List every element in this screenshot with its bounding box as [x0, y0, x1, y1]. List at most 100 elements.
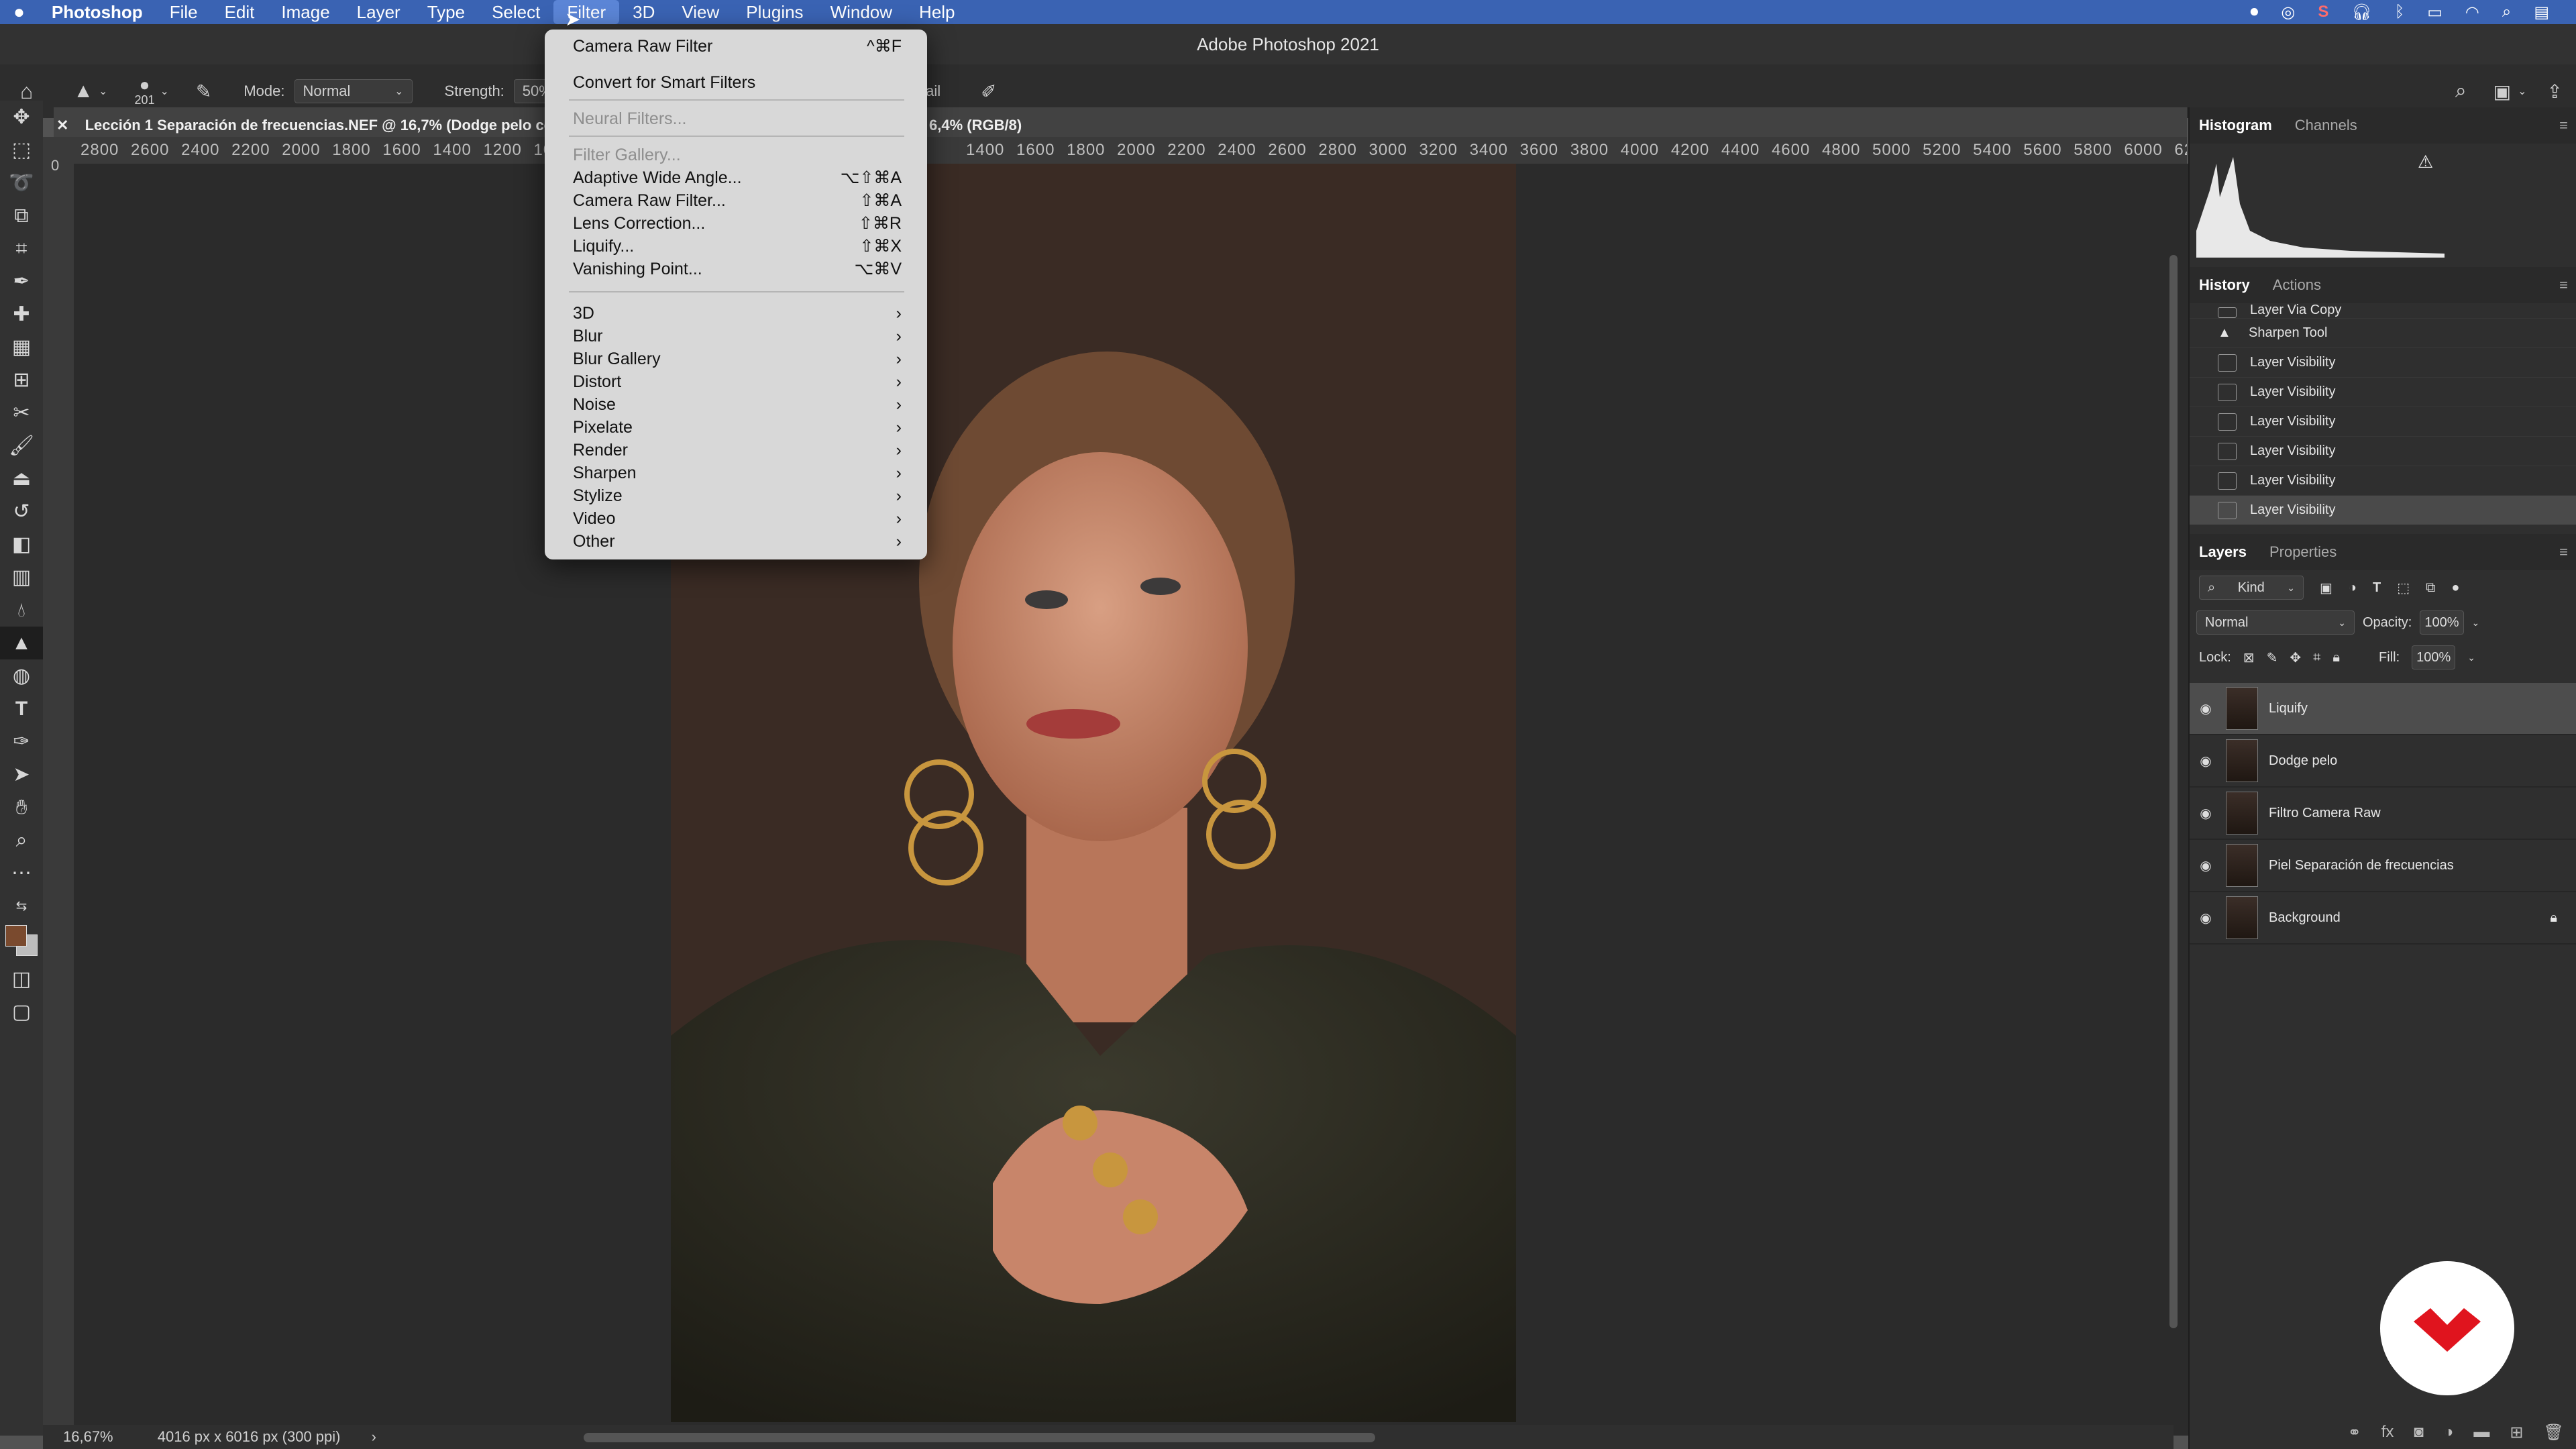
more-tools-icon[interactable]: ⋯: [0, 857, 43, 890]
quick-mask-icon[interactable]: ◫: [0, 963, 43, 996]
mode-select[interactable]: Normal ⌄: [294, 79, 413, 103]
menu-help[interactable]: Help: [906, 0, 968, 24]
new-layer-icon[interactable]: ⊞: [2510, 1423, 2523, 1442]
tab-histogram[interactable]: Histogram: [2199, 107, 2272, 144]
status-menu-arrow-icon[interactable]: ›: [372, 1428, 376, 1445]
filter-smart-object-icon[interactable]: ⧉: [2426, 580, 2435, 596]
opacity-chevron-icon[interactable]: ⌄: [2472, 617, 2480, 629]
zoom-tool-icon[interactable]: ⌕: [0, 824, 43, 857]
apple-icon[interactable]: ●: [0, 0, 38, 24]
new-group-icon[interactable]: ▬: [2473, 1423, 2489, 1442]
history-item[interactable]: Layer Via Copy: [2190, 303, 2576, 319]
sponge-tool-icon[interactable]: ◍: [0, 659, 43, 692]
tab-properties[interactable]: Properties: [2269, 534, 2337, 570]
submenu-other[interactable]: Other ›: [573, 530, 902, 553]
tab-layers[interactable]: Layers: [2199, 534, 2247, 570]
layer-row[interactable]: ◉ Piel Separación de frecuencias: [2190, 840, 2576, 892]
layer-row[interactable]: ◉ Background 🔒︎: [2190, 892, 2576, 945]
crop-tool-icon[interactable]: ⌗: [0, 232, 43, 265]
submenu-noise[interactable]: Noise ›: [573, 393, 902, 416]
dodge-tool-preset-icon[interactable]: ▲: [73, 80, 93, 103]
menu-item-convert-smart-filters[interactable]: Convert for Smart Filters: [573, 71, 902, 94]
brush-tool-icon[interactable]: 🖌︎: [0, 429, 43, 462]
menu-3d[interactable]: 3D: [619, 0, 668, 24]
vertical-scroll-thumb[interactable]: [2169, 255, 2178, 1328]
history-item[interactable]: Layer Visibility: [2190, 378, 2576, 407]
menu-type[interactable]: Type: [414, 0, 478, 24]
path-selection-tool-icon[interactable]: ➤: [0, 758, 43, 791]
history-item[interactable]: Layer Visibility: [2190, 466, 2576, 496]
clone-stamp-tool-icon[interactable]: ⏏: [0, 462, 43, 495]
close-tab-icon[interactable]: ✕: [56, 117, 68, 133]
submenu-blur-gallery[interactable]: Blur Gallery ›: [573, 347, 902, 370]
menu-window[interactable]: Window: [817, 0, 906, 24]
submenu-render[interactable]: Render ›: [573, 439, 902, 462]
panel-menu-icon[interactable]: ≡: [2559, 107, 2576, 144]
preset-chevron-icon[interactable]: ⌄: [99, 85, 107, 98]
swap-colors-icon[interactable]: ⇆: [0, 890, 43, 922]
menu-item-camera-raw-last[interactable]: Camera Raw Filter ^⌘F: [573, 35, 902, 58]
submenu-stylize[interactable]: Stylize ›: [573, 484, 902, 507]
layer-style-icon[interactable]: fx: [2381, 1423, 2394, 1442]
workspace-chevron-icon[interactable]: ⌄: [2518, 85, 2526, 98]
lock-transparent-icon[interactable]: ⊠: [2243, 649, 2255, 666]
link-layers-icon[interactable]: ⚭: [2348, 1423, 2361, 1442]
layer-name[interactable]: Piel Separación de frecuencias: [2269, 858, 2454, 873]
submenu-pixelate[interactable]: Pixelate ›: [573, 416, 902, 439]
blur-tool-icon[interactable]: 💧︎: [0, 594, 43, 627]
workspace-icon[interactable]: ▣: [2493, 80, 2511, 103]
submenu-video[interactable]: Video ›: [573, 507, 902, 530]
lock-artboard-icon[interactable]: ⌗: [2313, 650, 2320, 665]
fill-field[interactable]: 100%: [2412, 645, 2456, 669]
frame-tool-icon[interactable]: ⊞: [0, 364, 43, 396]
tab-actions[interactable]: Actions: [2273, 267, 2321, 303]
lock-all-icon[interactable]: 🔒︎: [2332, 650, 2340, 665]
dodge-tool-icon[interactable]: ▲: [0, 627, 43, 659]
filter-toggle-icon[interactable]: ●: [2451, 580, 2459, 596]
history-item[interactable]: Layer Visibility: [2190, 496, 2576, 525]
foreground-color-swatch[interactable]: [5, 925, 27, 947]
layers-menu-icon[interactable]: ≡: [2559, 534, 2576, 570]
history-menu-icon[interactable]: ≡: [2559, 267, 2576, 303]
hand-tool-icon[interactable]: ✋︎: [0, 791, 43, 824]
zoom-level[interactable]: 16,67%: [63, 1428, 113, 1445]
blend-mode-select[interactable]: Normal ⌄: [2196, 610, 2355, 635]
layer-row[interactable]: ◉ Liquify: [2190, 683, 2576, 735]
app-s-icon[interactable]: S: [2318, 3, 2328, 21]
menu-plugins[interactable]: Plugins: [733, 0, 816, 24]
opacity-field[interactable]: 100%: [2420, 610, 2464, 635]
submenu-distort[interactable]: Distort ›: [573, 370, 902, 393]
horizontal-scroll-thumb[interactable]: [584, 1433, 1375, 1442]
submenu-3d[interactable]: 3D ›: [573, 302, 902, 325]
history-brush-tool-icon[interactable]: ↺: [0, 495, 43, 528]
brush-settings-icon[interactable]: ✎: [196, 80, 211, 103]
healing-brush-tool-icon[interactable]: ✚: [0, 298, 43, 331]
fill-chevron-icon[interactable]: ⌄: [2467, 652, 2475, 663]
gradient-tool-icon[interactable]: ▥: [0, 561, 43, 594]
visibility-eye-icon[interactable]: ◉: [2196, 805, 2215, 822]
tab-history[interactable]: History: [2199, 267, 2250, 303]
submenu-sharpen[interactable]: Sharpen ›: [573, 462, 902, 484]
layer-name[interactable]: Dodge pelo: [2269, 753, 2337, 769]
menu-item-adaptive-wide-angle[interactable]: Adaptive Wide Angle... ⌥⇧⌘A: [573, 166, 902, 189]
tab-channels[interactable]: Channels: [2295, 107, 2357, 144]
menu-select[interactable]: Select: [478, 0, 553, 24]
menu-edit[interactable]: Edit: [211, 0, 268, 24]
visibility-eye-icon[interactable]: ◉: [2196, 910, 2215, 926]
menu-item-liquify[interactable]: Liquify... ⇧⌘X: [573, 235, 902, 258]
content-aware-move-tool-icon[interactable]: ✂: [0, 396, 43, 429]
brush-chevron-icon[interactable]: ⌄: [160, 85, 168, 98]
menu-image[interactable]: Image: [268, 0, 343, 24]
visibility-eye-icon[interactable]: ◉: [2196, 753, 2215, 769]
menu-app-photoshop[interactable]: Photoshop: [38, 0, 156, 24]
brush-size-picker[interactable]: ● 201: [134, 76, 154, 107]
share-icon[interactable]: ⇪: [2547, 80, 2563, 103]
eraser-tool-icon[interactable]: ◧: [0, 528, 43, 561]
new-adjustment-layer-icon[interactable]: ◑: [2444, 1423, 2454, 1442]
layer-name[interactable]: Background: [2269, 910, 2341, 926]
creative-cloud-icon[interactable]: ◎: [2281, 3, 2295, 22]
histogram-warning-icon[interactable]: ⚠: [2418, 152, 2433, 172]
spotlight-search-icon[interactable]: ⌕: [2502, 3, 2511, 21]
add-mask-icon[interactable]: ◙: [2414, 1423, 2424, 1442]
object-select-tool-icon[interactable]: ⧉: [0, 199, 43, 232]
